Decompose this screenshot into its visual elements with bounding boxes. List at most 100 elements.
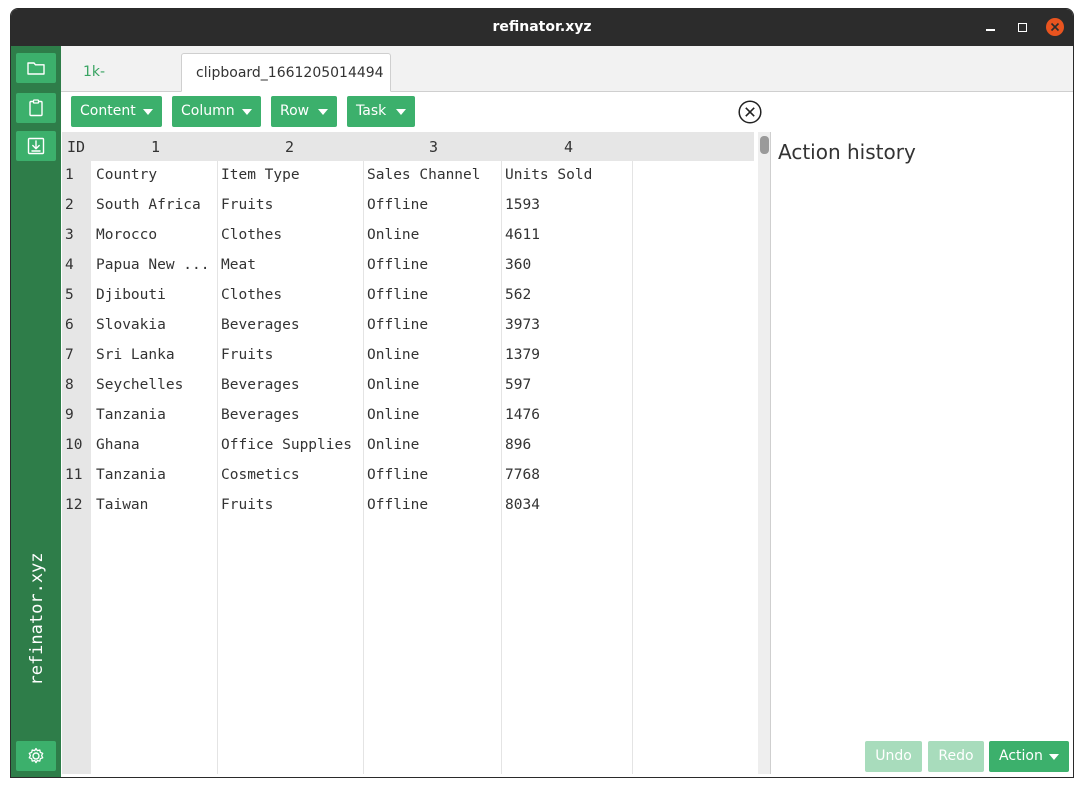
- column-divider: [501, 161, 502, 774]
- paste-clipboard-button[interactable]: [16, 93, 56, 123]
- redo-button[interactable]: Redo: [928, 741, 984, 772]
- table-cell[interactable]: Offline: [367, 287, 497, 303]
- table-cell[interactable]: Offline: [367, 197, 497, 213]
- window-title: refinator.xyz: [492, 19, 592, 35]
- close-window-button[interactable]: [1046, 18, 1064, 36]
- id-header: ID: [67, 138, 86, 156]
- table-cell[interactable]: Online: [367, 377, 497, 393]
- table-cell[interactable]: Offline: [367, 467, 497, 483]
- action-menu-label: Action: [999, 748, 1043, 764]
- table-cell[interactable]: Tanzania: [96, 467, 213, 483]
- table-cell[interactable]: South Africa: [96, 197, 213, 213]
- table-cell[interactable]: 360: [505, 257, 625, 273]
- open-file-button[interactable]: [16, 53, 56, 83]
- column-menu-label: Column: [181, 103, 235, 119]
- undo-button[interactable]: Undo: [865, 741, 922, 772]
- table-cell[interactable]: 7768: [505, 467, 625, 483]
- table-cell[interactable]: 896: [505, 437, 625, 453]
- table-cell[interactable]: Slovakia: [96, 317, 213, 333]
- table-cell[interactable]: 1379: [505, 347, 625, 363]
- row-id[interactable]: 11: [65, 467, 82, 483]
- table-cell[interactable]: Beverages: [221, 377, 359, 393]
- table-cell[interactable]: Beverages: [221, 407, 359, 423]
- column-header[interactable]: 3: [429, 138, 438, 156]
- row-id[interactable]: 9: [65, 407, 74, 423]
- action-history-title: Action history: [778, 140, 916, 164]
- table-cell[interactable]: Ghana: [96, 437, 213, 453]
- row-menu-button[interactable]: Row: [271, 96, 337, 127]
- row-menu-label: Row: [280, 103, 310, 119]
- table-cell[interactable]: 1476: [505, 407, 625, 423]
- table-cell[interactable]: Offline: [367, 257, 497, 273]
- column-header[interactable]: 1: [151, 138, 160, 156]
- close-tab-icon[interactable]: [738, 100, 762, 124]
- table-cell[interactable]: Clothes: [221, 227, 359, 243]
- table-cell[interactable]: 3973: [505, 317, 625, 333]
- table-cell[interactable]: Country: [96, 167, 213, 183]
- row-id[interactable]: 12: [65, 497, 82, 513]
- row-id[interactable]: 6: [65, 317, 74, 333]
- table-cell[interactable]: Taiwan: [96, 497, 213, 513]
- app-window: refinator.xyz refinator.xyz 1k- clipboar…: [10, 8, 1074, 778]
- table-cell[interactable]: Fruits: [221, 347, 359, 363]
- minimize-button[interactable]: [981, 18, 999, 36]
- tab-clipboard[interactable]: clipboard_1661205014494: [181, 53, 391, 92]
- table-cell[interactable]: Online: [367, 227, 497, 243]
- maximize-button[interactable]: [1013, 18, 1031, 36]
- table-cell[interactable]: Sri Lanka: [96, 347, 213, 363]
- table-cell[interactable]: Papua New ...: [96, 257, 213, 273]
- minimize-icon: [985, 29, 995, 31]
- table-cell[interactable]: 4611: [505, 227, 625, 243]
- table-cell[interactable]: Morocco: [96, 227, 213, 243]
- row-id[interactable]: 4: [65, 257, 74, 273]
- scrollbar-thumb[interactable]: [760, 136, 769, 154]
- action-menu-button[interactable]: Action: [989, 741, 1069, 772]
- download-icon: [27, 137, 45, 155]
- table-cell[interactable]: Units Sold: [505, 167, 625, 183]
- panel-splitter[interactable]: [758, 132, 771, 774]
- row-id[interactable]: 5: [65, 287, 74, 303]
- table-cell[interactable]: 597: [505, 377, 625, 393]
- table-cell[interactable]: Item Type: [221, 167, 359, 183]
- table-cell[interactable]: Offline: [367, 497, 497, 513]
- table-cell[interactable]: Djibouti: [96, 287, 213, 303]
- row-id[interactable]: 3: [65, 227, 74, 243]
- table-cell[interactable]: Meat: [221, 257, 359, 273]
- settings-button[interactable]: [16, 741, 56, 771]
- table-cell[interactable]: Offline: [367, 317, 497, 333]
- column-header[interactable]: 4: [564, 138, 573, 156]
- row-id[interactable]: 7: [65, 347, 74, 363]
- table-cell[interactable]: Office Supplies: [221, 437, 359, 453]
- folder-icon: [27, 62, 45, 75]
- column-divider: [632, 161, 633, 774]
- table-cell[interactable]: Seychelles: [96, 377, 213, 393]
- export-button[interactable]: [16, 131, 56, 161]
- row-id[interactable]: 2: [65, 197, 74, 213]
- table-cell[interactable]: Fruits: [221, 497, 359, 513]
- column-divider: [217, 161, 218, 774]
- gear-icon: [28, 747, 44, 764]
- content-menu-button[interactable]: Content: [71, 96, 162, 127]
- row-id[interactable]: 8: [65, 377, 74, 393]
- table-cell[interactable]: 1593: [505, 197, 625, 213]
- table-cell[interactable]: Clothes: [221, 287, 359, 303]
- table-cell[interactable]: Sales Channel: [367, 167, 497, 183]
- column-header[interactable]: 2: [285, 138, 294, 156]
- table-cell[interactable]: Fruits: [221, 197, 359, 213]
- row-id[interactable]: 1: [65, 167, 74, 183]
- table-cell[interactable]: Online: [367, 437, 497, 453]
- table-cell[interactable]: 8034: [505, 497, 625, 513]
- table-cell[interactable]: 562: [505, 287, 625, 303]
- column-menu-button[interactable]: Column: [172, 96, 261, 127]
- column-header-row: [62, 132, 754, 161]
- task-menu-label: Task: [356, 103, 387, 119]
- table-cell[interactable]: Online: [367, 407, 497, 423]
- table-cell[interactable]: Tanzania: [96, 407, 213, 423]
- table-cell[interactable]: Cosmetics: [221, 467, 359, 483]
- row-id[interactable]: 10: [65, 437, 82, 453]
- task-menu-button[interactable]: Task: [347, 96, 415, 127]
- brand-label: refinator.xyz: [17, 539, 57, 699]
- table-cell[interactable]: Online: [367, 347, 497, 363]
- tab-1k-sales[interactable]: 1k-sales.csv: [69, 53, 179, 118]
- table-cell[interactable]: Beverages: [221, 317, 359, 333]
